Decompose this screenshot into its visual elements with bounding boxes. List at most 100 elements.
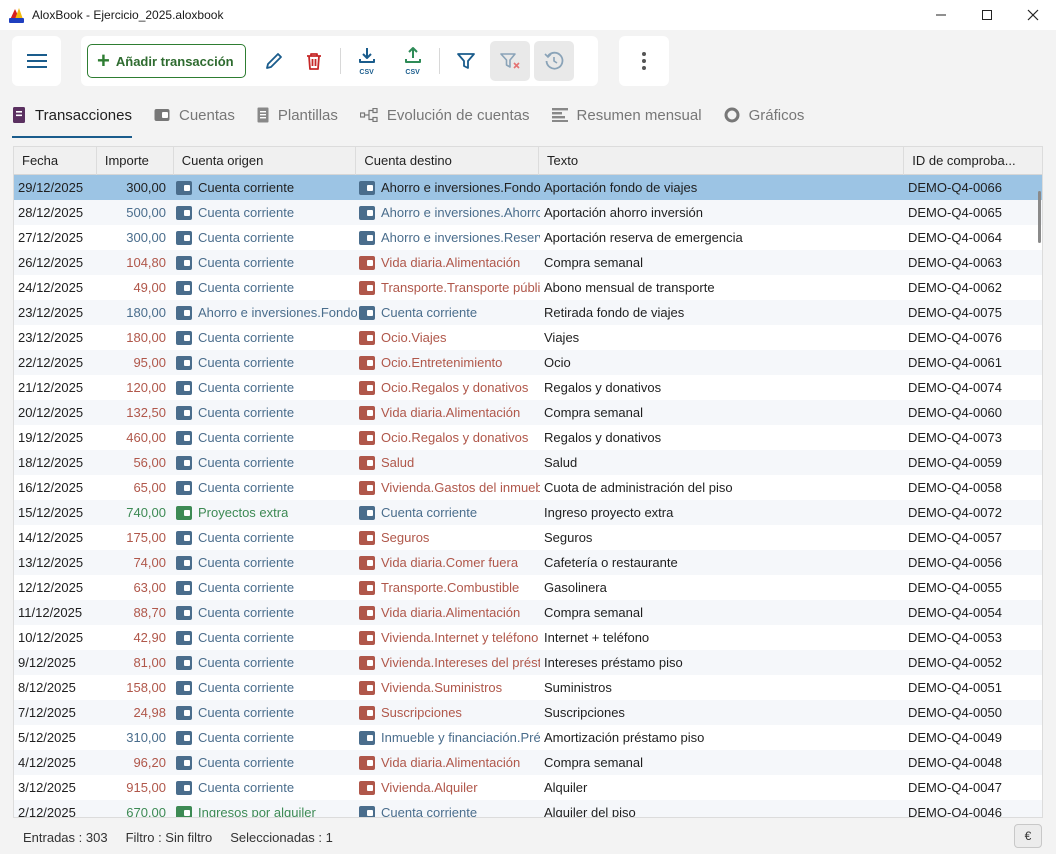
cell-voucher-id: DEMO-Q4-0074 — [908, 380, 1002, 395]
table-row[interactable]: 11/12/2025 88,70 Cuenta corriente Vida diar… — [14, 600, 1042, 625]
reset-button[interactable] — [533, 41, 574, 81]
table-row[interactable]: 12/12/2025 63,00 Cuenta corriente Transport… — [14, 575, 1042, 600]
vertical-scrollbar[interactable] — [1038, 191, 1041, 243]
source-account-label: Cuenta corriente — [198, 280, 295, 295]
table-row[interactable]: 27/12/2025 300,00 Cuenta corriente Ahorro e… — [14, 225, 1042, 250]
cell-amount: 65,00 — [133, 480, 166, 495]
tab-graficos[interactable]: Gráficos — [724, 92, 804, 138]
source-account-label: Cuenta corriente — [198, 355, 295, 370]
source-account-label: Cuenta corriente — [198, 680, 295, 695]
cell-text: Ocio — [544, 355, 571, 370]
close-button[interactable] — [1010, 0, 1056, 30]
list-icon — [551, 108, 568, 122]
cell-destination-account: Ocio.Entretenimiento — [357, 350, 540, 375]
table-row[interactable]: 15/12/2025 740,00 Proyectos extra Cuenta co… — [14, 500, 1042, 525]
currency-button[interactable]: € — [1014, 824, 1042, 848]
cell-amount: 49,00 — [133, 280, 166, 295]
transactions-table[interactable]: Fecha Importe Cuenta origen Cuenta desti… — [13, 146, 1043, 818]
destination-account-label: Vivienda.Alquiler — [381, 780, 478, 795]
table-row[interactable]: 3/12/2025 915,00 Cuenta corriente Vivienda.… — [14, 775, 1042, 800]
title-bar: AloxBook - Ejercicio_2025.aloxbook — [0, 0, 1056, 30]
table-row[interactable]: 10/12/2025 42,90 Cuenta corriente Vivienda.… — [14, 625, 1042, 650]
cell-text: Intereses préstamo piso — [544, 655, 683, 670]
wallet-icon — [154, 108, 170, 122]
cell-destination-account: Vida diaria.Alimentación — [357, 750, 540, 775]
tab-plantillas[interactable]: Plantillas — [257, 92, 338, 138]
table-row[interactable]: 23/12/2025 180,00 Ahorro e inversiones.Fon… — [14, 300, 1042, 325]
clear-filter-button[interactable] — [489, 41, 530, 81]
tab-resumen-mensual[interactable]: Resumen mensual — [551, 92, 702, 138]
more-options-button[interactable] — [624, 41, 664, 81]
cell-amount: 670,00 — [126, 805, 166, 818]
account-icon — [176, 255, 192, 270]
account-icon — [359, 780, 375, 795]
filter-button[interactable] — [446, 41, 486, 81]
cell-source-account: Cuenta corriente — [174, 675, 357, 700]
export-csv-button[interactable]: CSV — [393, 41, 433, 81]
table-row[interactable]: 14/12/2025 175,00 Cuenta corriente Seguros S… — [14, 525, 1042, 550]
cell-text: Retirada fondo de viajes — [544, 305, 685, 320]
cell-source-account: Cuenta corriente — [174, 225, 357, 250]
minimize-button[interactable] — [918, 0, 964, 30]
tab-cuentas[interactable]: Cuentas — [154, 92, 235, 138]
add-transaction-button[interactable]: + Añadir transacción — [87, 44, 246, 78]
column-header-id-comprobante[interactable]: ID de comproba... — [904, 147, 1042, 175]
table-row[interactable]: 24/12/2025 49,00 Cuenta corriente Transport… — [14, 275, 1042, 300]
filter-icon — [456, 53, 475, 69]
import-csv-button[interactable]: CSV — [347, 41, 387, 81]
table-row[interactable]: 16/12/2025 65,00 Cuenta corriente Vivienda.… — [14, 475, 1042, 500]
table-row[interactable]: 21/12/2025 120,00 Cuenta corriente Ocio.Reg… — [14, 375, 1042, 400]
account-icon — [359, 580, 375, 595]
plus-icon: + — [97, 48, 110, 73]
tab-transacciones[interactable]: Transacciones — [12, 92, 132, 138]
table-row[interactable]: 4/12/2025 96,20 Cuenta corriente Vida diari… — [14, 750, 1042, 775]
column-header-cuenta-destino[interactable]: Cuenta destino — [356, 147, 539, 175]
table-row[interactable]: 19/12/2025 460,00 Cuenta corriente Ocio.Reg… — [14, 425, 1042, 450]
account-icon — [176, 780, 192, 795]
maximize-button[interactable] — [964, 0, 1010, 30]
cell-destination-account: Vivienda.Internet y teléfono — [357, 625, 540, 650]
table-row[interactable]: 28/12/2025 500,00 Cuenta corriente Ahorro e… — [14, 200, 1042, 225]
table-row[interactable]: 22/12/2025 95,00 Cuenta corriente Ocio.Entr… — [14, 350, 1042, 375]
cell-destination-account: Cuenta corriente — [357, 800, 540, 817]
column-header-importe[interactable]: Importe — [97, 147, 174, 175]
column-header-texto[interactable]: Texto — [539, 147, 905, 175]
source-account-label: Cuenta corriente — [198, 330, 295, 345]
destination-account-label: Vivienda.Suministros — [381, 680, 503, 695]
csv-export-icon — [404, 47, 421, 63]
cell-destination-account: Ocio.Regalos y donativos — [357, 375, 540, 400]
cell-date: 8/12/2025 — [18, 680, 76, 695]
table-row[interactable]: 2/12/2025 670,00 Ingresos por alquiler Cuen… — [14, 800, 1042, 818]
column-header-cuenta-origen[interactable]: Cuenta origen — [174, 147, 357, 175]
edit-button[interactable] — [254, 41, 294, 81]
table-row[interactable]: 5/12/2025 310,00 Cuenta corriente Inmueble … — [14, 725, 1042, 750]
table-row[interactable]: 9/12/2025 81,00 Cuenta corriente Vivienda.I… — [14, 650, 1042, 675]
table-row[interactable]: 18/12/2025 56,00 Cuenta corriente Salud Salu… — [14, 450, 1042, 475]
destination-account-label: Vivienda.Gastos del inmueble — [381, 480, 540, 495]
table-row[interactable]: 13/12/2025 74,00 Cuenta corriente Vida diar… — [14, 550, 1042, 575]
table-row[interactable]: 29/12/2025 300,00 Cuenta corriente Ahorro e… — [14, 175, 1042, 200]
table-row[interactable]: 23/12/2025 180,00 Cuenta corriente Ocio.Via… — [14, 325, 1042, 350]
tab-evolucion-de-cuentas[interactable]: Evolución de cuentas — [359, 92, 530, 138]
status-filter: Filtro : Sin filtro — [125, 829, 213, 845]
destination-account-label: Vida diaria.Alimentación — [381, 755, 521, 770]
source-account-label: Cuenta corriente — [198, 230, 295, 245]
destination-account-label: Seguros — [381, 530, 430, 545]
cell-text: Regalos y donativos — [544, 380, 662, 395]
cell-source-account: Cuenta corriente — [174, 400, 357, 425]
table-row[interactable]: 7/12/2025 24,98 Cuenta corriente Suscripcio… — [14, 700, 1042, 725]
cell-destination-account: Cuenta corriente — [357, 500, 540, 525]
cell-amount: 96,20 — [133, 755, 166, 770]
delete-button[interactable] — [294, 41, 334, 81]
column-header-fecha[interactable]: Fecha — [14, 147, 97, 175]
history-icon — [544, 51, 564, 70]
maximize-icon — [982, 10, 992, 20]
cell-date: 28/12/2025 — [18, 205, 84, 220]
table-row[interactable]: 20/12/2025 132,50 Cuenta corriente Vida dia… — [14, 400, 1042, 425]
cell-source-account: Cuenta corriente — [174, 525, 357, 550]
table-row[interactable]: 8/12/2025 158,00 Cuenta corriente Vivienda.… — [14, 675, 1042, 700]
table-row[interactable]: 26/12/2025 104,80 Cuenta corriente Vida dia… — [14, 250, 1042, 275]
menu-button[interactable] — [17, 41, 57, 81]
cell-destination-account: Vivienda.Alquiler — [357, 775, 540, 800]
cell-amount: 300,00 — [126, 230, 166, 245]
